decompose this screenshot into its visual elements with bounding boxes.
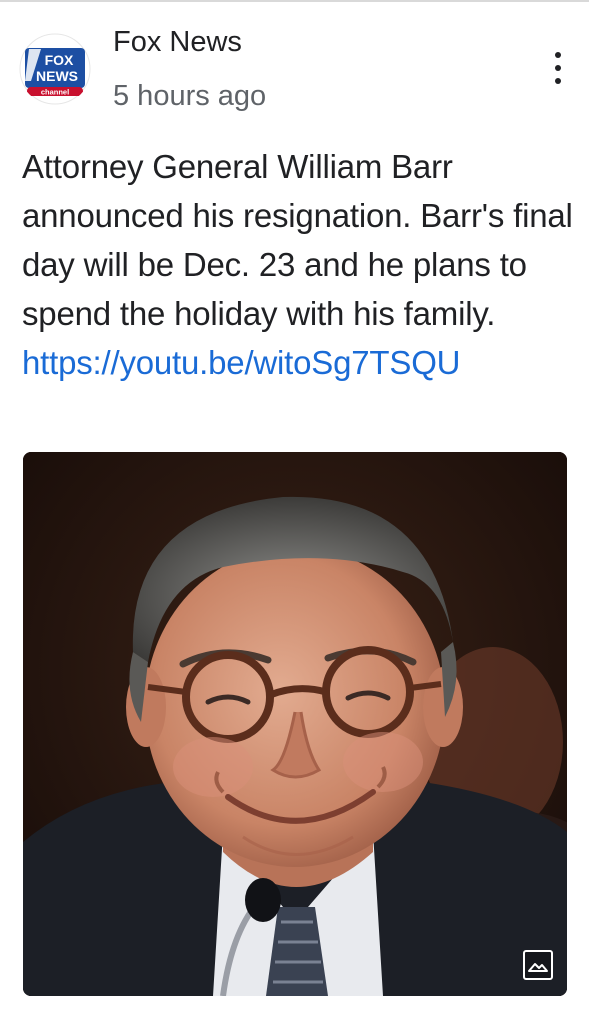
post-text: Attorney General William Barr announced … <box>22 148 573 332</box>
more-vert-icon <box>555 52 561 58</box>
image-icon <box>523 950 553 980</box>
author-name[interactable]: Fox News <box>113 24 242 60</box>
svg-text:NEWS: NEWS <box>36 68 78 84</box>
more-vert-icon-dot <box>555 78 561 84</box>
image-icon-glyph <box>528 963 548 972</box>
top-divider <box>0 0 589 2</box>
post-image[interactable] <box>23 452 567 996</box>
author-avatar[interactable]: FOX NEWS channel <box>19 33 91 105</box>
post-link[interactable]: https://youtu.be/witoSg7TSQU <box>22 338 577 387</box>
portrait-photo <box>23 452 567 996</box>
more-options-button[interactable] <box>542 50 574 86</box>
post-body: Attorney General William Barr announced … <box>22 142 577 387</box>
svg-text:channel: channel <box>41 88 69 97</box>
fox-news-logo: FOX NEWS channel <box>19 33 91 105</box>
more-vert-icon-dot <box>555 65 561 71</box>
svg-text:FOX: FOX <box>45 52 74 68</box>
post-timestamp: 5 hours ago <box>113 80 267 112</box>
